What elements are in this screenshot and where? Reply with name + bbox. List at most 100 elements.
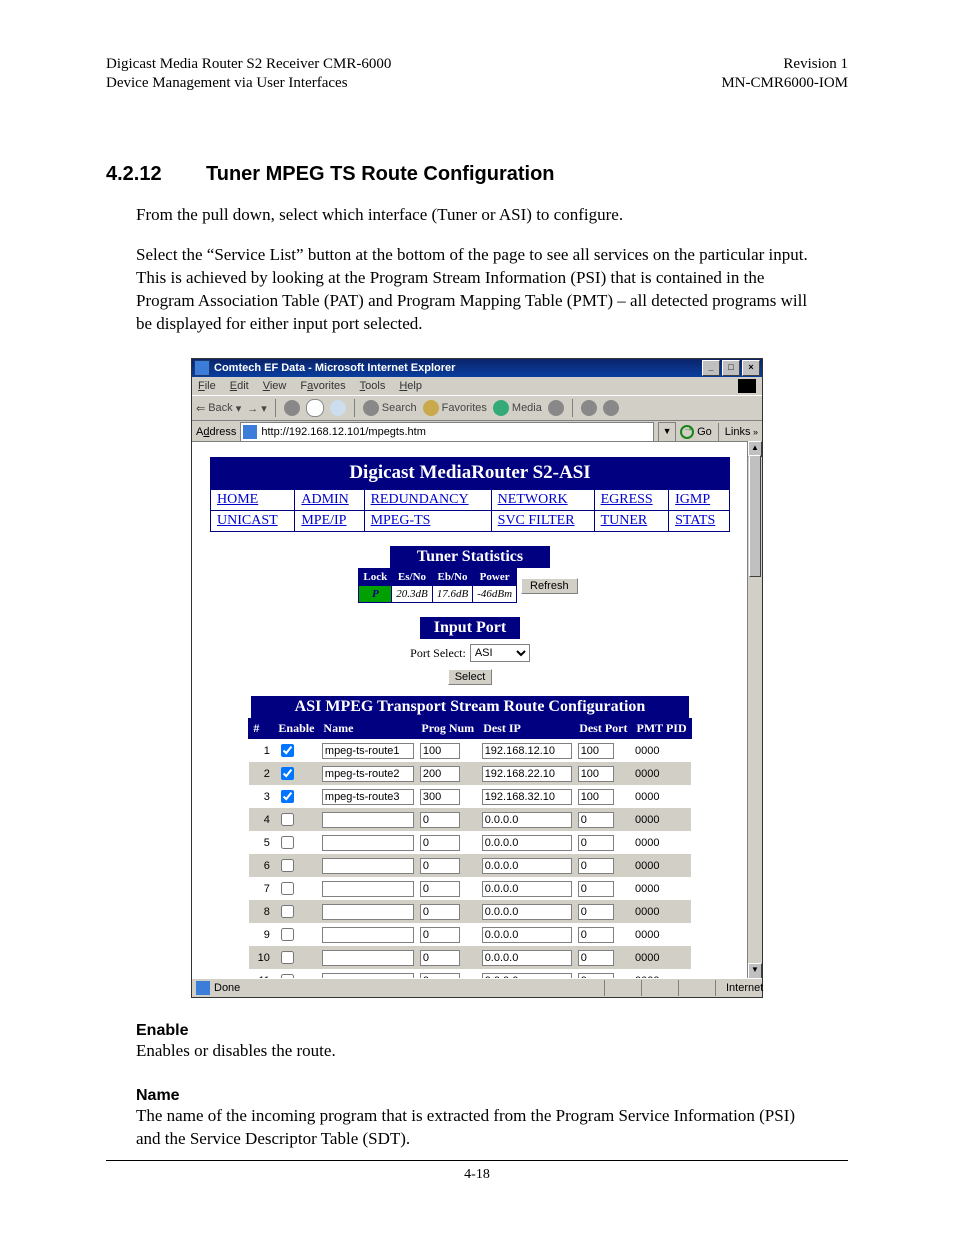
name-input[interactable]: [322, 789, 414, 805]
prognum-input[interactable]: [420, 812, 460, 828]
name-input[interactable]: [322, 927, 414, 943]
print-icon[interactable]: [603, 400, 619, 416]
prognum-input[interactable]: [420, 766, 460, 782]
name-input[interactable]: [322, 858, 414, 874]
vertical-scrollbar[interactable]: ▲ ▼: [747, 441, 762, 979]
links-button[interactable]: Links: [725, 426, 758, 438]
destip-input[interactable]: [482, 789, 572, 805]
scroll-thumb[interactable]: [749, 455, 761, 577]
titlebar: Comtech EF Data - Microsoft Internet Exp…: [192, 359, 762, 377]
mail-icon[interactable]: [581, 400, 597, 416]
nav-mpeip[interactable]: MPE/IP: [301, 513, 346, 528]
history-icon[interactable]: [548, 400, 564, 416]
refresh-icon[interactable]: [306, 399, 324, 417]
nav-svcfilter[interactable]: SVC FILTER: [498, 513, 575, 528]
favorites-button[interactable]: Favorites: [423, 400, 487, 416]
prognum-input[interactable]: [420, 950, 460, 966]
enable-checkbox[interactable]: [281, 836, 294, 849]
name-input[interactable]: [322, 743, 414, 759]
nav-redundancy[interactable]: REDUNDANCY: [371, 492, 469, 507]
minimize-button[interactable]: _: [702, 360, 720, 376]
destport-input[interactable]: [578, 835, 614, 851]
nav-unicast[interactable]: UNICAST: [217, 513, 278, 528]
menu-tools[interactable]: Tools: [360, 380, 386, 392]
destip-input[interactable]: [482, 766, 572, 782]
row-num: 10: [249, 946, 274, 969]
enable-checkbox[interactable]: [281, 882, 294, 895]
prognum-input[interactable]: [420, 789, 460, 805]
nav-admin[interactable]: ADMIN: [301, 492, 348, 507]
destip-input[interactable]: [482, 950, 572, 966]
enable-checkbox[interactable]: [281, 813, 294, 826]
menu-file[interactable]: File: [198, 380, 216, 392]
stop-icon[interactable]: [284, 400, 300, 416]
menu-edit[interactable]: Edit: [230, 380, 249, 392]
destport-input[interactable]: [578, 950, 614, 966]
destport-input[interactable]: [578, 789, 614, 805]
prognum-input[interactable]: [420, 881, 460, 897]
close-button[interactable]: ×: [742, 360, 760, 376]
nav-egress[interactable]: EGRESS: [601, 492, 653, 507]
nav-tuner[interactable]: TUNER: [601, 513, 648, 528]
maximize-button[interactable]: □: [722, 360, 740, 376]
destip-input[interactable]: [482, 858, 572, 874]
nav-mpegts[interactable]: MPEG-TS: [371, 513, 431, 528]
prognum-input[interactable]: [420, 858, 460, 874]
row-num: 3: [249, 785, 274, 808]
enable-checkbox[interactable]: [281, 859, 294, 872]
destip-input[interactable]: [482, 881, 572, 897]
address-label: Address: [196, 426, 236, 438]
destport-input[interactable]: [578, 881, 614, 897]
port-select-dropdown[interactable]: ASI: [470, 644, 530, 662]
page-number: 4-18: [0, 1167, 954, 1183]
nav-network[interactable]: NETWORK: [498, 492, 568, 507]
stats-esno: 20.3dB: [392, 586, 432, 603]
back-button[interactable]: ⇐ Back ▾: [196, 402, 241, 415]
destport-input[interactable]: [578, 858, 614, 874]
name-input[interactable]: [322, 881, 414, 897]
destport-input[interactable]: [578, 766, 614, 782]
prognum-input[interactable]: [420, 743, 460, 759]
destport-input[interactable]: [578, 743, 614, 759]
name-input[interactable]: [322, 904, 414, 920]
name-input[interactable]: [322, 835, 414, 851]
address-dropdown[interactable]: ▼: [658, 422, 676, 442]
nav-igmp[interactable]: IGMP: [675, 492, 710, 507]
scroll-down-icon[interactable]: ▼: [748, 963, 762, 979]
forward-button[interactable]: → ▾: [247, 402, 267, 415]
name-input[interactable]: [322, 812, 414, 828]
menu-view[interactable]: View: [263, 380, 287, 392]
destip-input[interactable]: [482, 743, 572, 759]
enable-checkbox[interactable]: [281, 951, 294, 964]
refresh-button[interactable]: Refresh: [521, 578, 578, 594]
window-title: Comtech EF Data - Microsoft Internet Exp…: [214, 362, 455, 374]
enable-checkbox[interactable]: [281, 928, 294, 941]
media-button[interactable]: Media: [493, 400, 542, 416]
select-button[interactable]: Select: [448, 669, 493, 685]
destip-input[interactable]: [482, 812, 572, 828]
prognum-input[interactable]: [420, 835, 460, 851]
table-row: 70000: [249, 877, 691, 900]
nav-stats[interactable]: STATS: [675, 513, 715, 528]
enable-checkbox[interactable]: [281, 905, 294, 918]
enable-checkbox[interactable]: [281, 790, 294, 803]
enable-checkbox[interactable]: [281, 767, 294, 780]
name-input[interactable]: [322, 950, 414, 966]
nav-home[interactable]: HOME: [217, 492, 258, 507]
name-input[interactable]: [322, 766, 414, 782]
menu-help[interactable]: Help: [399, 380, 422, 392]
prognum-input[interactable]: [420, 927, 460, 943]
destip-input[interactable]: [482, 927, 572, 943]
go-button[interactable]: Go: [680, 425, 712, 439]
destport-input[interactable]: [578, 904, 614, 920]
destip-input[interactable]: [482, 904, 572, 920]
destip-input[interactable]: [482, 835, 572, 851]
menu-favorites[interactable]: Favorites: [300, 380, 345, 392]
address-box[interactable]: http://192.168.12.101/mpegts.htm: [240, 422, 654, 442]
destport-input[interactable]: [578, 812, 614, 828]
home-icon[interactable]: [330, 400, 346, 416]
search-button[interactable]: Search: [363, 400, 417, 416]
prognum-input[interactable]: [420, 904, 460, 920]
enable-checkbox[interactable]: [281, 744, 294, 757]
destport-input[interactable]: [578, 927, 614, 943]
